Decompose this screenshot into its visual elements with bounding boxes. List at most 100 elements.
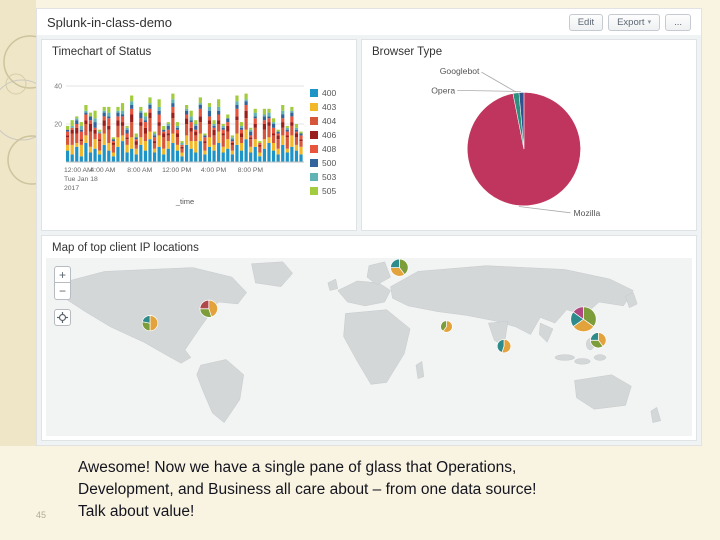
bar-segment[interactable] bbox=[171, 112, 175, 119]
bar-segment[interactable] bbox=[139, 112, 143, 119]
bar-segment[interactable] bbox=[290, 146, 294, 162]
bar-segment[interactable] bbox=[262, 139, 267, 149]
bar-segment[interactable] bbox=[111, 143, 115, 145]
bar-segment[interactable] bbox=[120, 122, 125, 126]
bar-segment[interactable] bbox=[107, 129, 111, 143]
bar-segment[interactable] bbox=[249, 152, 253, 163]
bar-segment[interactable] bbox=[70, 133, 74, 145]
bar-segment[interactable] bbox=[143, 150, 148, 162]
bar-segment[interactable] bbox=[198, 108, 202, 117]
bar-segment[interactable] bbox=[281, 110, 285, 115]
bar-segment[interactable] bbox=[189, 141, 193, 149]
bar-segment[interactable] bbox=[267, 116, 271, 119]
bar-segment[interactable] bbox=[185, 135, 189, 145]
bar-segment[interactable] bbox=[276, 139, 280, 149]
bar-segment[interactable] bbox=[194, 141, 198, 153]
bar-segment[interactable] bbox=[66, 125, 70, 130]
bar-segment[interactable] bbox=[93, 133, 97, 140]
bar-segment[interactable] bbox=[217, 143, 221, 162]
bar-segment[interactable] bbox=[207, 137, 212, 147]
bar-segment[interactable] bbox=[212, 150, 216, 162]
bar-segment[interactable] bbox=[285, 129, 289, 132]
bar-segment[interactable] bbox=[102, 112, 106, 117]
bar-segment[interactable] bbox=[79, 125, 83, 130]
bar-segment[interactable] bbox=[175, 133, 180, 138]
bar-segment[interactable] bbox=[294, 133, 299, 138]
bar-segment[interactable] bbox=[66, 150, 70, 162]
bar-segment[interactable] bbox=[239, 122, 244, 126]
bar-segment[interactable] bbox=[66, 144, 70, 151]
bar-segment[interactable] bbox=[290, 116, 294, 123]
bar-segment[interactable] bbox=[207, 146, 212, 162]
bar-segment[interactable] bbox=[235, 95, 239, 102]
bar-segment[interactable] bbox=[217, 99, 221, 107]
bar-segment[interactable] bbox=[226, 139, 230, 149]
map-marker-east-asia[interactable] bbox=[570, 306, 597, 332]
bar-segment[interactable] bbox=[70, 127, 74, 130]
bar-segment[interactable] bbox=[185, 105, 189, 109]
bar-segment[interactable] bbox=[203, 133, 207, 136]
bar-segment[interactable] bbox=[130, 137, 134, 149]
bar-segment[interactable] bbox=[143, 112, 148, 117]
bar-segment[interactable] bbox=[198, 97, 202, 104]
bar-segment[interactable] bbox=[271, 150, 276, 162]
bar-segment[interactable] bbox=[262, 114, 267, 117]
bar-segment[interactable] bbox=[212, 129, 216, 136]
bar-segment[interactable] bbox=[166, 141, 170, 149]
bar-segment[interactable] bbox=[175, 122, 180, 126]
bar-segment[interactable] bbox=[134, 141, 138, 145]
bar-segment[interactable] bbox=[253, 118, 257, 124]
bar-segment[interactable] bbox=[148, 103, 152, 105]
bar-segment[interactable] bbox=[207, 110, 212, 117]
bar-segment[interactable] bbox=[212, 124, 216, 126]
bar-segment[interactable] bbox=[84, 105, 88, 111]
bar-segment[interactable] bbox=[198, 116, 202, 123]
bar-segment[interactable] bbox=[294, 124, 299, 128]
bar-segment[interactable] bbox=[134, 137, 138, 140]
bar-segment[interactable] bbox=[166, 135, 170, 142]
bar-segment[interactable] bbox=[239, 127, 244, 130]
bar-segment[interactable] bbox=[75, 120, 79, 124]
bar-segment[interactable] bbox=[180, 143, 184, 145]
bar-segment[interactable] bbox=[299, 146, 303, 155]
bar-segment[interactable] bbox=[88, 116, 93, 121]
bar-segment[interactable] bbox=[84, 124, 88, 136]
bar-segment[interactable] bbox=[157, 110, 161, 115]
bar-segment[interactable] bbox=[198, 133, 202, 142]
bar-segment[interactable] bbox=[120, 116, 125, 123]
bar-segment[interactable] bbox=[175, 144, 180, 151]
bar-segment[interactable] bbox=[120, 141, 125, 162]
bar-segment[interactable] bbox=[194, 129, 198, 132]
bar-segment[interactable] bbox=[75, 124, 79, 128]
bar-segment[interactable] bbox=[212, 144, 216, 151]
bar-segment[interactable] bbox=[102, 133, 106, 145]
bar-segment[interactable] bbox=[75, 146, 79, 162]
bar-segment[interactable] bbox=[249, 131, 253, 136]
bar-segment[interactable] bbox=[98, 154, 102, 162]
bar-segment[interactable] bbox=[98, 141, 102, 151]
bar-segment[interactable] bbox=[152, 148, 157, 153]
bar-segment[interactable] bbox=[66, 131, 70, 136]
bar-segment[interactable] bbox=[290, 110, 294, 113]
bar-segment[interactable] bbox=[66, 135, 70, 138]
bar-segment[interactable] bbox=[239, 129, 244, 134]
bar-segment[interactable] bbox=[267, 122, 271, 126]
bar-segment[interactable] bbox=[230, 154, 234, 162]
bar-segment[interactable] bbox=[102, 125, 106, 134]
bar-segment[interactable] bbox=[294, 127, 299, 130]
bar-segment[interactable] bbox=[267, 143, 271, 162]
map-marker-southeast-asia[interactable] bbox=[590, 332, 607, 349]
bar-segment[interactable] bbox=[120, 114, 125, 117]
bar-segment[interactable] bbox=[84, 114, 88, 121]
bar-segment[interactable] bbox=[294, 150, 299, 162]
bar-segment[interactable] bbox=[253, 127, 257, 140]
bar-segment[interactable] bbox=[152, 143, 157, 149]
bar-segment[interactable] bbox=[226, 118, 230, 123]
bar-segment[interactable] bbox=[271, 118, 276, 123]
bar-segment[interactable] bbox=[143, 120, 148, 123]
bar-segment[interactable] bbox=[84, 120, 88, 124]
bar-segment[interactable] bbox=[258, 143, 262, 145]
bar-segment[interactable] bbox=[111, 137, 115, 140]
bar-segment[interactable] bbox=[185, 114, 189, 119]
bar-segment[interactable] bbox=[230, 135, 234, 138]
